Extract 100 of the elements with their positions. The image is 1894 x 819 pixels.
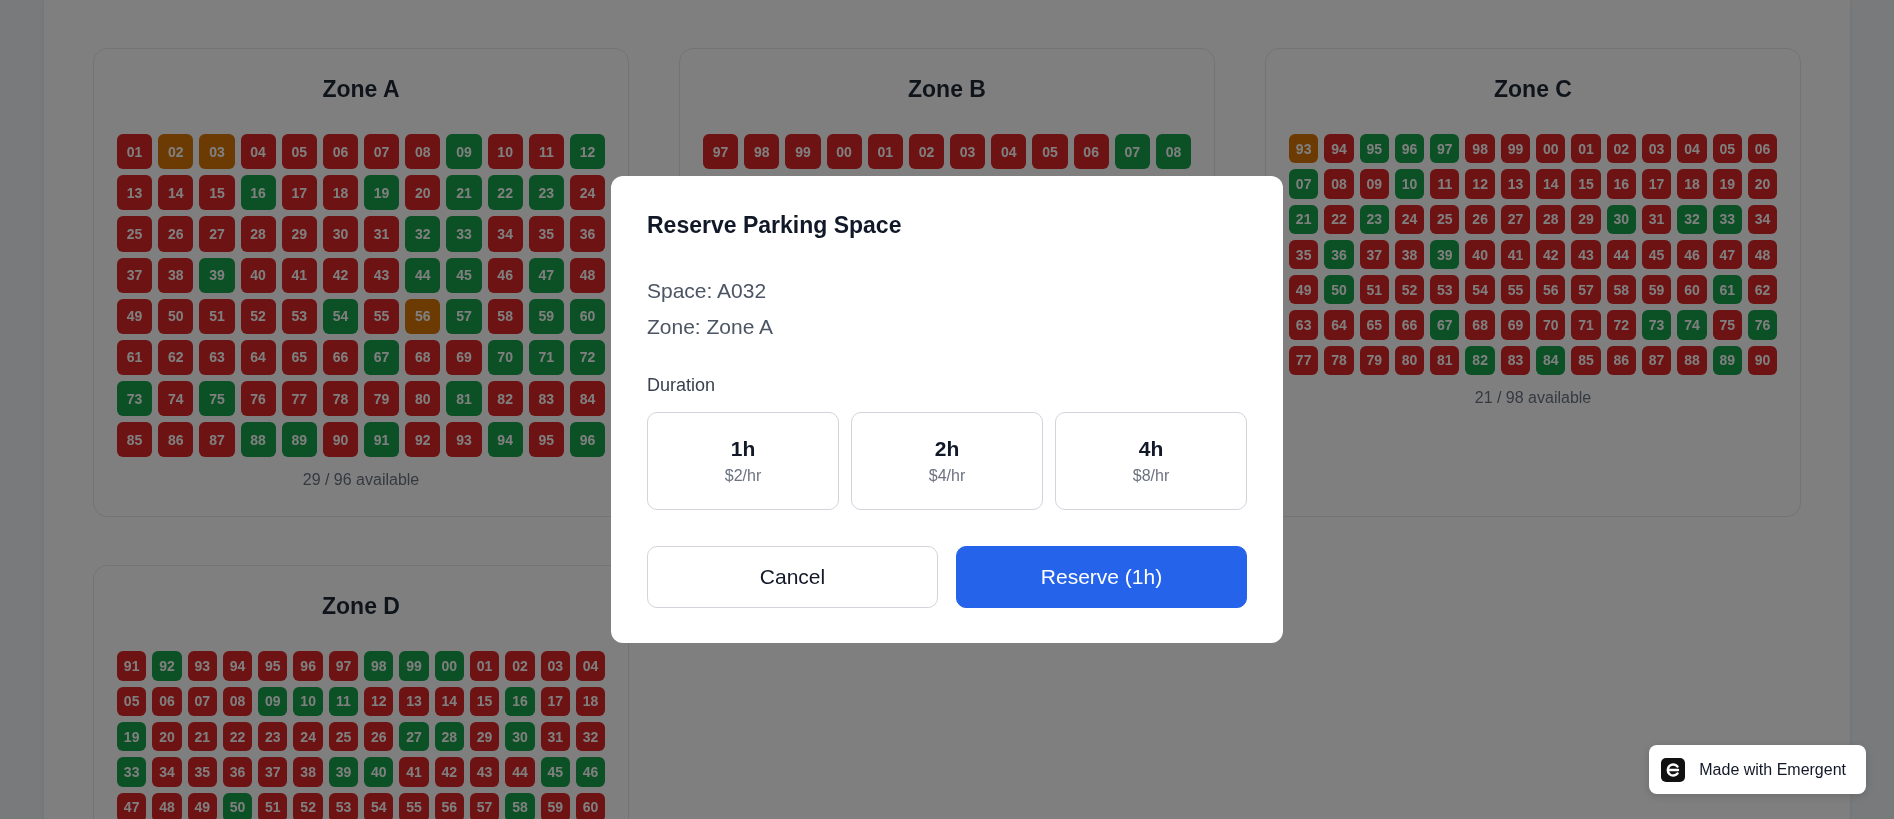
parking-spot[interactable]: 15 (1571, 169, 1601, 199)
parking-spot[interactable]: 56 (434, 792, 464, 819)
parking-spot[interactable]: 47 (117, 792, 147, 819)
parking-spot[interactable]: 32 (1677, 204, 1707, 234)
parking-spot[interactable]: 27 (199, 216, 235, 252)
parking-spot[interactable]: 38 (293, 757, 323, 787)
parking-spot[interactable]: 25 (1430, 204, 1460, 234)
cancel-button[interactable]: Cancel (647, 546, 938, 608)
parking-spot[interactable]: 36 (222, 757, 253, 787)
parking-spot[interactable]: 29 (1571, 204, 1601, 234)
parking-spot[interactable]: 74 (1677, 310, 1707, 340)
parking-spot[interactable]: 70 (1536, 310, 1566, 340)
parking-spot[interactable]: 75 (1712, 310, 1742, 340)
parking-spot[interactable]: 36 (1324, 239, 1354, 270)
parking-spot[interactable]: 28 (434, 721, 464, 752)
parking-spot[interactable]: 71 (528, 339, 564, 376)
parking-spot[interactable]: 29 (281, 216, 317, 252)
parking-spot[interactable]: 87 (1641, 345, 1672, 376)
parking-spot[interactable]: 42 (434, 757, 464, 787)
parking-spot[interactable]: 50 (1324, 275, 1354, 305)
parking-spot[interactable]: 88 (240, 422, 276, 458)
parking-spot[interactable]: 52 (293, 792, 323, 819)
parking-spot[interactable]: 13 (1500, 169, 1531, 199)
parking-spot[interactable]: 60 (575, 792, 606, 819)
parking-spot[interactable]: 02 (1606, 134, 1636, 164)
parking-spot[interactable]: 17 (1641, 169, 1672, 199)
parking-spot[interactable]: 40 (240, 257, 276, 293)
parking-spot[interactable]: 08 (222, 686, 253, 716)
parking-spot[interactable]: 15 (199, 175, 235, 211)
parking-spot[interactable]: 73 (117, 381, 153, 417)
parking-spot[interactable]: 72 (569, 339, 606, 376)
parking-spot[interactable]: 43 (469, 757, 500, 787)
parking-spot[interactable]: 58 (1606, 275, 1636, 305)
parking-spot[interactable]: 58 (487, 298, 523, 334)
parking-spot[interactable]: 39 (199, 257, 235, 293)
parking-spot[interactable]: 78 (1324, 345, 1354, 376)
parking-spot[interactable]: 38 (1394, 239, 1425, 270)
parking-spot[interactable]: 60 (1677, 275, 1707, 305)
parking-spot[interactable]: 46 (1677, 239, 1707, 270)
parking-spot[interactable]: 99 (785, 134, 821, 170)
parking-spot[interactable]: 67 (1430, 310, 1460, 340)
parking-spot[interactable]: 45 (1641, 239, 1672, 270)
parking-spot[interactable]: 03 (950, 134, 986, 170)
parking-spot[interactable]: 80 (1394, 345, 1425, 376)
parking-spot[interactable]: 87 (199, 422, 235, 458)
parking-spot[interactable]: 44 (505, 757, 535, 787)
parking-spot[interactable]: 77 (281, 381, 317, 417)
parking-spot[interactable]: 07 (364, 134, 400, 170)
parking-spot[interactable]: 94 (1324, 134, 1354, 164)
parking-spot[interactable]: 10 (1394, 169, 1425, 199)
parking-spot[interactable]: 04 (1677, 134, 1707, 164)
parking-spot[interactable]: 90 (322, 422, 359, 458)
parking-spot[interactable]: 64 (240, 339, 276, 376)
parking-spot[interactable]: 47 (1712, 239, 1742, 270)
parking-spot[interactable]: 41 (1500, 239, 1531, 270)
parking-spot[interactable]: 27 (1500, 204, 1531, 234)
parking-spot[interactable]: 24 (1394, 204, 1425, 234)
parking-spot[interactable]: 26 (158, 216, 194, 252)
parking-spot[interactable]: 10 (293, 686, 323, 716)
parking-spot[interactable]: 24 (293, 721, 323, 752)
parking-spot[interactable]: 95 (1359, 134, 1389, 164)
parking-spot[interactable]: 60 (569, 298, 606, 334)
parking-spot[interactable]: 76 (240, 381, 276, 417)
reserve-button[interactable]: Reserve (1h) (956, 546, 1247, 608)
parking-spot[interactable]: 04 (240, 134, 276, 170)
parking-spot[interactable]: 09 (258, 686, 288, 716)
parking-spot[interactable]: 40 (1465, 239, 1495, 270)
parking-spot[interactable]: 35 (1289, 239, 1319, 270)
parking-spot[interactable]: 59 (528, 298, 564, 334)
parking-spot[interactable]: 99 (1500, 134, 1531, 164)
parking-spot[interactable]: 51 (258, 792, 288, 819)
parking-spot[interactable]: 05 (1032, 134, 1068, 170)
parking-spot[interactable]: 39 (1430, 239, 1460, 270)
parking-spot[interactable]: 21 (1289, 204, 1319, 234)
parking-spot[interactable]: 20 (405, 175, 441, 211)
parking-spot[interactable]: 11 (328, 686, 359, 716)
parking-spot[interactable]: 20 (152, 721, 182, 752)
parking-spot[interactable]: 34 (1747, 204, 1778, 234)
parking-spot[interactable]: 06 (1073, 134, 1109, 170)
parking-spot[interactable]: 03 (1641, 134, 1672, 164)
parking-spot[interactable]: 46 (487, 257, 523, 293)
parking-spot[interactable]: 00 (826, 134, 862, 170)
parking-spot[interactable]: 16 (1606, 169, 1636, 199)
parking-spot[interactable]: 98 (364, 651, 394, 681)
parking-spot[interactable]: 74 (158, 381, 194, 417)
parking-spot[interactable]: 47 (528, 257, 564, 293)
parking-spot[interactable]: 31 (540, 721, 570, 752)
parking-spot[interactable]: 08 (405, 134, 441, 170)
parking-spot[interactable]: 53 (1430, 275, 1460, 305)
parking-spot[interactable]: 44 (405, 257, 441, 293)
parking-spot[interactable]: 05 (117, 686, 147, 716)
parking-spot[interactable]: 37 (258, 757, 288, 787)
parking-spot[interactable]: 98 (744, 134, 780, 170)
parking-spot[interactable]: 78 (322, 381, 359, 417)
parking-spot[interactable]: 12 (569, 134, 606, 170)
parking-spot[interactable]: 08 (1324, 169, 1354, 199)
parking-spot[interactable]: 22 (222, 721, 253, 752)
parking-spot[interactable]: 54 (364, 792, 394, 819)
parking-spot[interactable]: 73 (1641, 310, 1672, 340)
parking-spot[interactable]: 33 (446, 216, 482, 252)
